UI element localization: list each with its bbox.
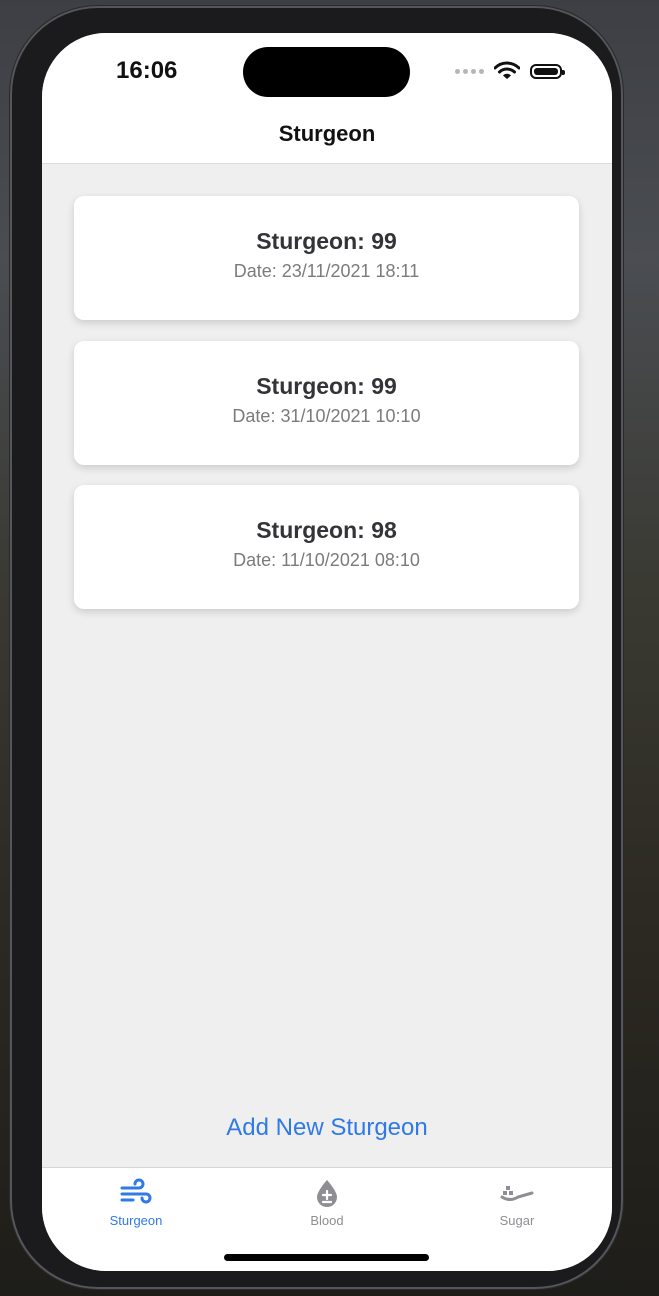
tab-label: Sturgeon (109, 1213, 163, 1228)
tab-blood[interactable]: Blood (267, 1178, 387, 1228)
record-value: Sturgeon: 98 (256, 517, 397, 543)
status-indicators (455, 61, 565, 81)
tab-label: Sugar (499, 1213, 535, 1228)
record-date: Date: 11/10/2021 08:10 (233, 550, 420, 570)
page-title: Sturgeon (278, 121, 376, 146)
tab-sugar[interactable]: Sugar (457, 1178, 577, 1228)
tab-label: Blood (310, 1213, 344, 1228)
record-value: Sturgeon: 99 (256, 373, 397, 399)
cellular-signal-icon (455, 68, 484, 74)
device-frame: 16:06 Sturgeon Sturgeon: 99 Date: 23/11/… (10, 6, 623, 1289)
wifi-icon (494, 61, 520, 79)
add-new-button[interactable]: Add New Sturgeon (42, 1114, 612, 1142)
drop-icon (317, 1180, 337, 1207)
dynamic-island (243, 47, 410, 97)
record-value: Sturgeon: 99 (256, 228, 397, 254)
tab-sturgeon[interactable]: Sturgeon (76, 1178, 196, 1228)
status-time: 16:06 (116, 57, 178, 84)
wind-icon (120, 1178, 152, 1204)
navigation-header: 16:06 Sturgeon (42, 33, 612, 164)
spoon-icon (500, 1186, 534, 1201)
record-date: Date: 31/10/2021 10:10 (232, 406, 421, 426)
record-card[interactable]: Sturgeon: 98 Date: 11/10/2021 08:10 (74, 485, 579, 609)
app-screen: 16:06 Sturgeon Sturgeon: 99 Date: 23/11/… (42, 33, 612, 1271)
battery-icon (530, 63, 565, 79)
record-card[interactable]: Sturgeon: 99 Date: 31/10/2021 10:10 (74, 341, 579, 465)
home-indicator (224, 1254, 429, 1261)
record-card[interactable]: Sturgeon: 99 Date: 23/11/2021 18:11 (74, 196, 579, 320)
record-date: Date: 23/11/2021 18:11 (233, 261, 420, 281)
